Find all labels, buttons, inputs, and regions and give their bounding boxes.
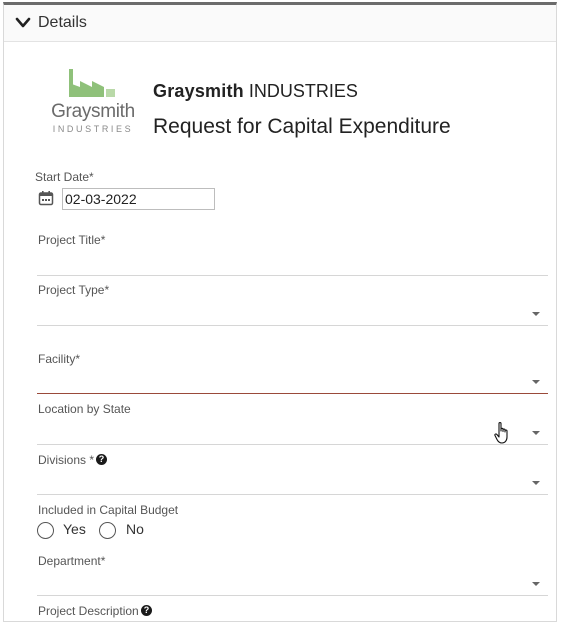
panel-title: Details bbox=[38, 14, 87, 31]
dropdown-caret-icon[interactable] bbox=[532, 481, 540, 485]
form-title: Request for Capital Expenditure bbox=[153, 115, 451, 138]
project-type-select[interactable] bbox=[37, 325, 548, 326]
chevron-down-icon[interactable] bbox=[15, 17, 31, 29]
dropdown-caret-icon[interactable] bbox=[532, 312, 540, 316]
facility-select[interactable] bbox=[37, 393, 548, 394]
project-title-label: Project Title* bbox=[38, 233, 106, 247]
divisions-select[interactable] bbox=[37, 494, 548, 495]
help-icon[interactable]: ? bbox=[96, 454, 107, 465]
radio-no[interactable] bbox=[99, 522, 116, 539]
company-name-bold: Graysmith bbox=[153, 81, 244, 101]
calendar-icon[interactable] bbox=[38, 190, 54, 206]
pointer-hand-icon bbox=[494, 421, 508, 444]
radio-no-label[interactable]: No bbox=[126, 521, 144, 537]
start-date-label: Start Date* bbox=[35, 170, 94, 184]
factory-icon bbox=[69, 69, 115, 97]
company-name-rest: INDUSTRIES bbox=[248, 81, 358, 101]
divisions-label: Divisions * bbox=[38, 453, 95, 467]
details-panel: Details Graysmith INDUSTRIES Graysmith I… bbox=[3, 2, 557, 622]
radio-yes[interactable] bbox=[37, 522, 54, 539]
details-panel-header[interactable]: Details bbox=[4, 5, 556, 42]
location-select[interactable] bbox=[37, 444, 548, 445]
logo-wordmark: Graysmith bbox=[51, 101, 135, 122]
logo-subtitle: INDUSTRIES bbox=[52, 124, 134, 134]
dropdown-caret-icon[interactable] bbox=[532, 582, 540, 586]
dropdown-caret-icon[interactable] bbox=[532, 431, 540, 435]
facility-label: Facility* bbox=[38, 352, 81, 366]
start-date-input[interactable] bbox=[62, 188, 215, 210]
company-name: Graysmith INDUSTRIES bbox=[153, 81, 358, 102]
project-title-input[interactable] bbox=[37, 275, 548, 276]
location-label: Location by State bbox=[38, 402, 131, 416]
department-select[interactable] bbox=[37, 595, 548, 596]
company-logo: Graysmith INDUSTRIES bbox=[51, 67, 135, 139]
project-type-label: Project Type* bbox=[38, 283, 110, 297]
capital-budget-label: Included in Capital Budget bbox=[38, 503, 179, 517]
dropdown-caret-icon[interactable] bbox=[532, 380, 540, 384]
help-icon[interactable]: ? bbox=[141, 605, 152, 616]
radio-yes-label[interactable]: Yes bbox=[63, 521, 86, 537]
department-label: Department* bbox=[38, 554, 106, 568]
